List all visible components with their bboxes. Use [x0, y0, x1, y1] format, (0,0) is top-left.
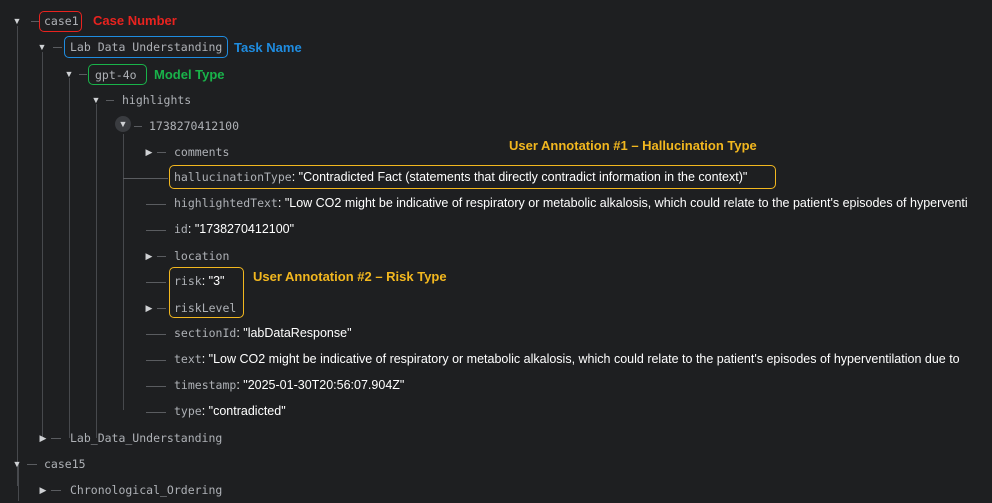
tree-row-highlights[interactable]: ▼ highlights [0, 87, 992, 113]
node-key-comments: comments [174, 145, 230, 159]
caret-down-icon[interactable]: ▼ [63, 68, 75, 80]
tree-row-comments[interactable]: ▶ comments [0, 139, 992, 165]
tree-connector [146, 386, 166, 387]
highlighted-text-entry: highlightedText: "Low CO2 might be indic… [174, 196, 968, 210]
task-name-label: Task Name [234, 40, 302, 55]
type-key: type [174, 404, 202, 418]
type-value: "contradicted" [208, 404, 286, 418]
tree-connector [146, 282, 166, 283]
tree-connector [27, 464, 37, 465]
node-key-risk-level: riskLevel [174, 301, 237, 315]
model-type-label: Model Type [154, 67, 225, 82]
highlighted-text-value: "Low CO2 might be indicative of respirat… [284, 196, 968, 210]
tree-row-case1[interactable]: ▼ case1 Case Number [0, 8, 992, 34]
id-entry: id: "1738270412100" [174, 222, 295, 236]
caret-right-icon[interactable]: ▶ [37, 484, 49, 496]
tree-connector [51, 438, 61, 439]
tree-row-risk[interactable]: risk: "3" [0, 269, 992, 295]
tree-connector [146, 360, 166, 361]
node-key-location: location [174, 249, 230, 263]
tree-row-text[interactable]: text: "Low CO2 might be indicative of re… [0, 347, 992, 373]
timestamp-key: timestamp [174, 378, 237, 392]
tree-row-section-id[interactable]: sectionId: "labDataResponse" [0, 321, 992, 347]
tree-connector [106, 100, 114, 101]
caret-down-icon[interactable]: ▼ [36, 41, 48, 53]
tree-connector [53, 47, 62, 48]
id-key: id [174, 222, 188, 236]
caret-right-icon[interactable]: ▶ [143, 302, 155, 314]
tree-row-case15[interactable]: ▼ case15 [0, 451, 992, 477]
tree-row-task[interactable]: ▼ Lab Data Understanding Task Name [0, 34, 992, 60]
tree-row-lab-data[interactable]: ▶ Lab_Data_Understanding [0, 425, 992, 451]
node-key-lab-data: Lab_Data_Understanding [70, 431, 223, 445]
tree-connector [146, 334, 166, 335]
tree-row-risk-level[interactable]: ▶ riskLevel [0, 295, 992, 321]
tree-connector [157, 152, 166, 153]
caret-down-icon[interactable]: ▼ [115, 116, 131, 132]
hallucination-type-value: "Contradicted Fact (statements that dire… [298, 170, 748, 184]
caret-right-icon[interactable]: ▶ [143, 146, 155, 158]
caret-right-icon[interactable]: ▶ [143, 250, 155, 262]
text-key: text [174, 352, 202, 366]
timestamp-entry: timestamp: "2025-01-30T20:56:07.904Z" [174, 378, 405, 392]
tree-row-type[interactable]: type: "contradicted" [0, 399, 992, 425]
caret-down-icon[interactable]: ▼ [90, 94, 102, 106]
node-key-model: gpt-4o [95, 68, 137, 82]
text-value: "Low CO2 might be indicative of respirat… [208, 352, 960, 366]
tree-row-timestamp[interactable]: timestamp: "2025-01-30T20:56:07.904Z" [0, 373, 992, 399]
tree-connector [31, 21, 39, 22]
tree-connector [146, 412, 166, 413]
node-key-case15: case15 [44, 457, 86, 471]
json-tree-view: ▼ case1 Case Number ▼ Lab Data Understan… [0, 0, 992, 501]
hallucination-type-key: hallucinationType [174, 170, 292, 184]
node-key-task: Lab Data Understanding [70, 40, 223, 54]
text-entry: text: "Low CO2 might be indicative of re… [174, 352, 960, 366]
highlighted-text-key: highlightedText [174, 196, 278, 210]
tree-connector [123, 178, 168, 179]
tree-row-highlight-id[interactable]: ▼ 1738270412100 [0, 113, 992, 139]
type-entry: type: "contradicted" [174, 404, 286, 418]
tree-row-chrono[interactable]: ▶ Chronological_Ordering [0, 477, 992, 503]
tree-connector [157, 256, 166, 257]
id-value: "1738270412100" [194, 222, 295, 236]
hallucination-type-entry: hallucinationType: "Contradicted Fact (s… [174, 170, 748, 184]
caret-right-icon[interactable]: ▶ [37, 432, 49, 444]
node-key-chrono: Chronological_Ordering [70, 483, 223, 497]
tree-row-hallucination-type[interactable]: hallucinationType: "Contradicted Fact (s… [0, 165, 992, 191]
node-key-case1: case1 [44, 14, 79, 28]
section-id-key: sectionId [174, 326, 237, 340]
risk-key: risk [174, 274, 202, 288]
timestamp-value: "2025-01-30T20:56:07.904Z" [243, 378, 405, 392]
tree-connector [79, 74, 87, 75]
tree-row-highlighted-text[interactable]: highlightedText: "Low CO2 might be indic… [0, 191, 992, 217]
tree-connector [146, 204, 166, 205]
tree-row-location[interactable]: ▶ location [0, 243, 992, 269]
node-key-highlights: highlights [122, 93, 192, 107]
tree-connector [146, 230, 166, 231]
section-id-value: "labDataResponse" [243, 326, 352, 340]
caret-down-icon[interactable]: ▼ [11, 458, 23, 470]
tree-row-model[interactable]: ▼ gpt-4o Model Type [0, 61, 992, 87]
risk-value: "3" [208, 274, 225, 288]
tree-connector [134, 126, 142, 127]
risk-entry: risk: "3" [174, 274, 225, 288]
tree-connector [51, 490, 61, 491]
section-id-entry: sectionId: "labDataResponse" [174, 326, 352, 340]
case-number-label: Case Number [93, 13, 177, 28]
tree-row-id[interactable]: id: "1738270412100" [0, 217, 992, 243]
node-key-highlight-id: 1738270412100 [149, 119, 240, 133]
caret-down-icon[interactable]: ▼ [11, 15, 23, 27]
tree-connector [157, 308, 166, 309]
